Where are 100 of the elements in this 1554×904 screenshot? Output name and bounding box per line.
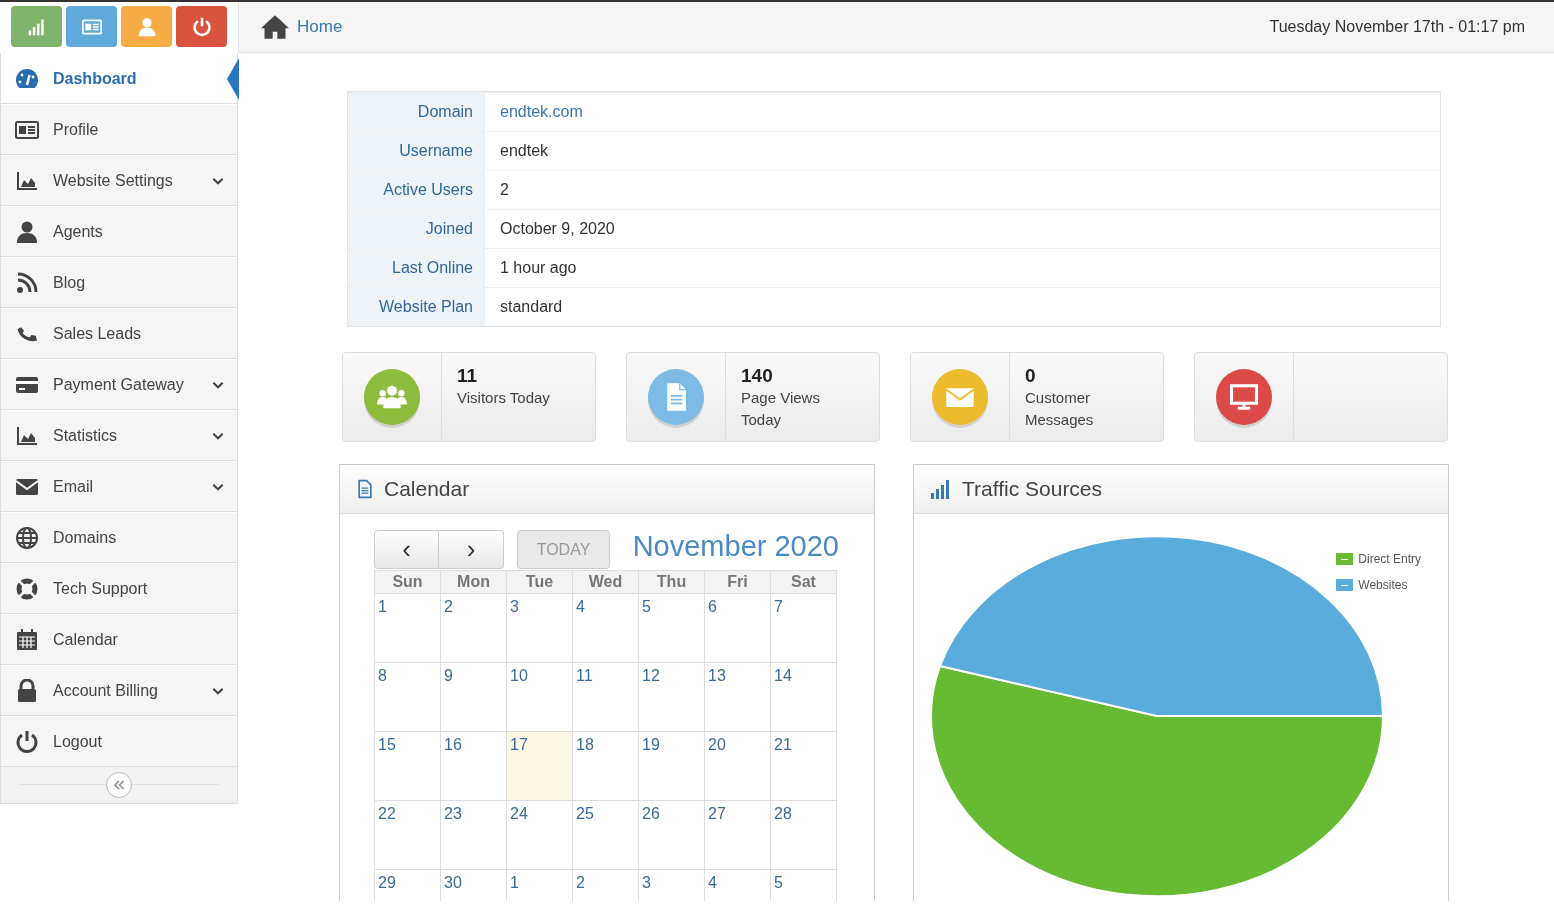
day-cell[interactable]: 1 <box>375 594 441 663</box>
home-link[interactable]: Home <box>261 13 343 41</box>
field-value: 1 hour ago <box>499 258 577 278</box>
toolbar-button[interactable] <box>11 6 62 47</box>
field-label: Active Users <box>348 171 485 209</box>
panel-title: Calendar <box>384 477 470 501</box>
field-label: Username <box>348 132 485 170</box>
month-title: November 2020 <box>632 530 839 563</box>
next-month-button[interactable]: › <box>439 530 504 569</box>
sidebar-item[interactable]: Agents <box>1 206 237 257</box>
day-cell[interactable]: 14 <box>771 663 837 732</box>
day-cell[interactable]: 23 <box>441 801 507 870</box>
previous-month-button[interactable]: ‹ <box>374 530 439 569</box>
day-cell[interactable]: 29 <box>375 870 441 901</box>
dashboard-icon <box>15 66 39 91</box>
domain-link[interactable]: endtek.com <box>485 93 583 131</box>
field-label: Website Plan <box>348 288 485 326</box>
collapse-button[interactable] <box>106 772 132 798</box>
day-cell[interactable]: 18 <box>573 732 639 801</box>
globe-icon <box>15 525 39 550</box>
sidebar-item[interactable]: Profile <box>1 104 237 155</box>
sidebar-item[interactable]: Statistics <box>1 410 237 461</box>
day-cell[interactable]: 5 <box>771 870 837 901</box>
lock-icon <box>15 678 39 703</box>
day-cell[interactable]: 7 <box>771 594 837 663</box>
monitor-icon <box>1229 382 1259 412</box>
toolbar-button[interactable] <box>176 6 227 47</box>
stat-label: Page Views Today <box>741 388 821 430</box>
day-cell[interactable]: 21 <box>771 732 837 801</box>
stat-value: 0 <box>1025 365 1037 387</box>
panel-title: Traffic Sources <box>962 477 1103 501</box>
lifebuoy-icon <box>15 576 39 601</box>
day-cell[interactable]: 28 <box>771 801 837 870</box>
sidebar-item[interactable]: Website Settings <box>1 155 237 206</box>
weekday-header: Fri <box>705 570 771 594</box>
date-time: Tuesday November 17th - 01:17 pm <box>1269 18 1525 36</box>
day-cell[interactable]: 15 <box>375 732 441 801</box>
sidebar-item[interactable]: Domains <box>1 512 237 563</box>
home-icon <box>261 13 289 41</box>
user-icon <box>15 219 39 244</box>
stat-value: 11 <box>457 365 479 387</box>
day-cell[interactable]: 25 <box>573 801 639 870</box>
stat-value: 140 <box>741 365 774 387</box>
user-icon <box>136 16 157 37</box>
field-value: standard <box>499 297 563 317</box>
sidebar-item[interactable]: Sales Leads <box>1 308 237 359</box>
day-cell[interactable]: 4 <box>573 594 639 663</box>
day-cell[interactable]: 8 <box>375 663 441 732</box>
field-label: Joined <box>348 210 485 248</box>
sidebar-item[interactable]: Calendar <box>1 614 237 665</box>
day-cell[interactable]: 4 <box>705 870 771 901</box>
weekday-header: Sat <box>771 570 837 594</box>
weekday-header: Sun <box>375 570 441 594</box>
sidebar-item[interactable]: Tech Support <box>1 563 237 614</box>
stat-label: Visitors Today <box>457 388 551 408</box>
day-cell[interactable]: 24 <box>507 801 573 870</box>
field-value: 2 <box>499 180 509 200</box>
day-cell[interactable]: 5 <box>639 594 705 663</box>
field-value: October 9, 2020 <box>499 219 615 239</box>
legend-label: Direct Entry <box>1358 552 1421 566</box>
toolbar-button[interactable] <box>121 6 172 47</box>
day-cell[interactable]: 22 <box>375 801 441 870</box>
day-cell[interactable]: 30 <box>441 870 507 901</box>
sidebar-item[interactable]: Logout <box>1 716 237 767</box>
field-label: Last Online <box>348 249 485 287</box>
weekday-header: Wed <box>573 570 639 594</box>
field-label: Domain <box>348 93 485 131</box>
sidebar-item[interactable]: Blog <box>1 257 237 308</box>
day-cell[interactable]: 26 <box>639 801 705 870</box>
weekday-header: Thu <box>639 570 705 594</box>
document-icon <box>355 479 375 499</box>
weekday-header: Tue <box>507 570 573 594</box>
sidebar-item[interactable]: Dashboard <box>1 53 237 104</box>
sidebar-item[interactable]: Payment Gateway <box>1 359 237 410</box>
calendar-icon <box>15 627 39 652</box>
day-cell[interactable]: 3 <box>639 870 705 901</box>
day-cell[interactable]: 2 <box>573 870 639 901</box>
sidebar-item[interactable]: Account Billing <box>1 665 237 716</box>
day-cell[interactable]: 12 <box>639 663 705 732</box>
weekday-header: Mon <box>441 570 507 594</box>
toolbar-button[interactable] <box>66 6 117 47</box>
power-icon <box>191 16 212 37</box>
day-cell[interactable]: 3 <box>507 594 573 663</box>
day-cell[interactable]: 13 <box>705 663 771 732</box>
stat-label: Customer Messages <box>1025 388 1095 430</box>
legend-label: Websites <box>1358 578 1408 592</box>
day-cell[interactable]: 11 <box>573 663 639 732</box>
day-cell[interactable]: 9 <box>441 663 507 732</box>
day-cell[interactable]: 17 <box>507 732 573 801</box>
day-cell[interactable]: 6 <box>705 594 771 663</box>
field-value: endtek <box>499 141 549 161</box>
rss-icon <box>15 270 39 295</box>
day-cell[interactable]: 2 <box>441 594 507 663</box>
day-cell[interactable]: 19 <box>639 732 705 801</box>
day-cell[interactable]: 1 <box>507 870 573 901</box>
double-chevron-left-icon <box>112 778 126 792</box>
day-cell[interactable]: 27 <box>705 801 771 870</box>
sidebar-item[interactable]: Email <box>1 461 237 512</box>
power-icon <box>15 729 39 754</box>
day-cell[interactable]: 20 <box>705 732 771 801</box>
